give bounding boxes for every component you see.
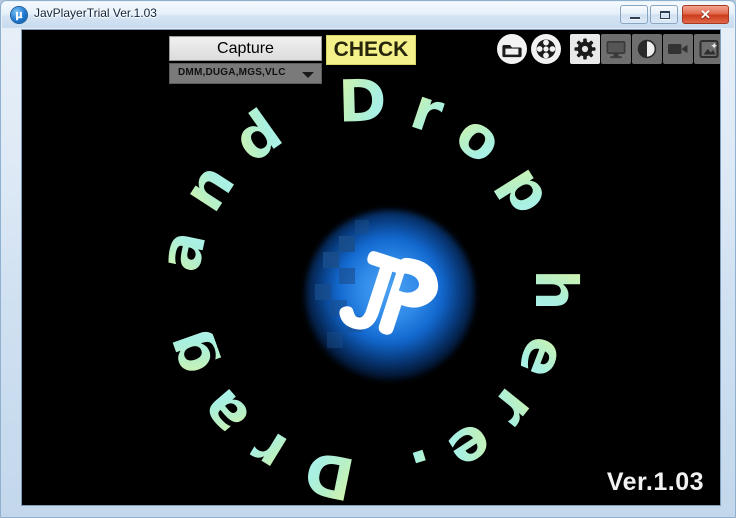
ring-character: o	[443, 98, 516, 178]
video-camera-icon[interactable]	[663, 34, 693, 64]
chevron-down-icon	[302, 72, 314, 78]
ring-character	[285, 81, 323, 142]
orb-monogram	[305, 210, 475, 380]
close-button[interactable]: ✕	[682, 5, 729, 24]
ring-character: e	[504, 327, 583, 389]
gear-settings-icon[interactable]	[570, 34, 600, 64]
source-select[interactable]: DMM,DUGA,MGS,VLC	[169, 63, 322, 84]
maximize-button[interactable]	[650, 5, 678, 24]
capture-button[interactable]: Capture	[169, 36, 322, 61]
ring-character: e	[436, 408, 507, 487]
ring-character: g	[150, 322, 229, 385]
ring-character	[149, 290, 208, 314]
ring-character	[375, 448, 402, 505]
jp-logo-icon: 𝛍	[11, 7, 27, 23]
film-reel-icon[interactable]	[531, 34, 561, 64]
add-image-icon[interactable]	[694, 34, 720, 64]
ring-character: r	[478, 375, 550, 441]
minimize-button[interactable]	[620, 5, 648, 24]
app-window: 𝛍 JavPlayerTrial Ver.1.03 ✕ Drop here. D…	[0, 0, 736, 518]
monitor-display-icon[interactable]	[601, 34, 631, 64]
ring-character: a	[185, 376, 263, 451]
window-title: JavPlayerTrial Ver.1.03	[34, 6, 157, 20]
maximize-icon	[660, 11, 670, 19]
ring-character: a	[144, 224, 220, 278]
folder-open-icon[interactable]	[497, 34, 527, 64]
drop-area[interactable]: Drop here. Drag and Capture DMM,DUGA,MGS…	[21, 29, 721, 506]
ring-character: p	[487, 153, 567, 225]
toolbar: Capture DMM,DUGA,MGS,VLC CHECK	[22, 30, 720, 90]
minimize-icon	[630, 17, 640, 19]
ring-character: h	[521, 269, 591, 311]
ring-character: .	[402, 434, 445, 506]
contrast-brightness-icon[interactable]	[632, 34, 662, 64]
ring-character: r	[238, 414, 299, 488]
ring-character: D	[299, 437, 360, 505]
app-logo-orb	[305, 210, 475, 380]
check-button[interactable]: CHECK	[326, 35, 416, 65]
ring-character	[518, 220, 579, 255]
source-select-value: DMM,DUGA,MGS,VLC	[178, 67, 286, 78]
title-bar: 𝛍 JavPlayerTrial Ver.1.03 ✕	[2, 2, 736, 28]
ring-character: n	[168, 151, 249, 224]
ring-character: d	[220, 96, 295, 176]
close-icon: ✕	[700, 7, 711, 22]
version-label: Ver.1.03	[606, 468, 704, 496]
orb-glow	[305, 210, 475, 380]
